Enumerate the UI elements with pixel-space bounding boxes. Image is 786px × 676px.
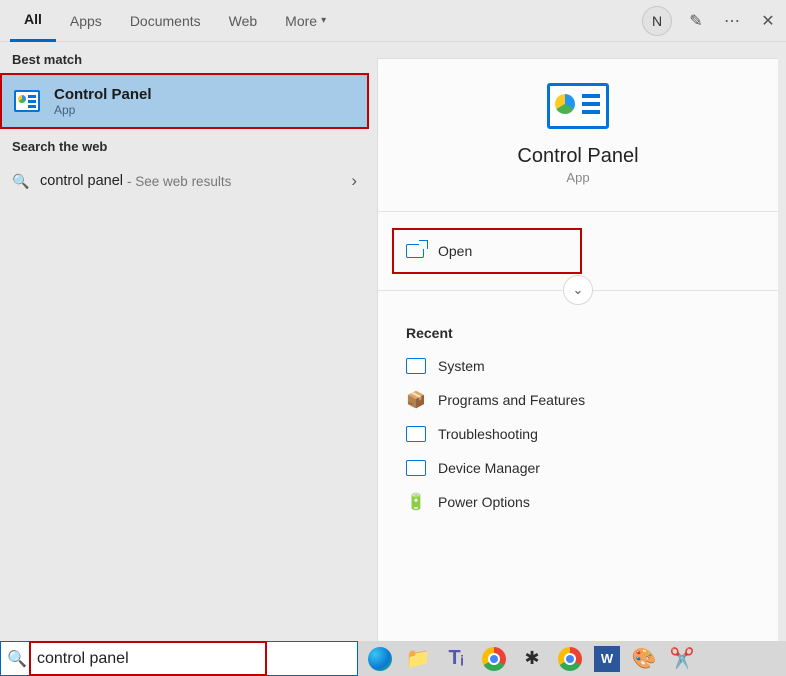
control-panel-icon [14, 90, 40, 112]
recent-item-label: Device Manager [438, 460, 540, 476]
best-match-subtitle: App [54, 103, 152, 117]
taskbar: 📁 Tᵢ ✱ W 🎨 ✂️ [358, 641, 786, 676]
preview-subtitle: App [378, 170, 778, 185]
web-result[interactable]: 🔍 control panel - See web results › [0, 160, 369, 202]
search-icon: 🔍 [12, 173, 30, 190]
more-options-icon[interactable]: ⋯ [714, 3, 750, 39]
taskbar-snip-icon[interactable]: ✂️ [668, 645, 696, 673]
feedback-icon[interactable]: ✎ [678, 3, 714, 39]
search-input[interactable] [33, 642, 357, 675]
tab-web[interactable]: Web [215, 0, 272, 42]
taskbar-explorer-icon[interactable]: 📁 [404, 645, 432, 673]
search-flyout: All Apps Documents Web More▾ N ✎ ⋯ ✕ Bes… [0, 0, 786, 641]
box-icon: 📦 [406, 392, 426, 408]
open-button[interactable]: Open [392, 228, 582, 274]
recent-item-programs[interactable]: 📦 Programs and Features [400, 383, 756, 417]
chevron-right-icon: › [351, 171, 357, 191]
recent-item-power-options[interactable]: 🔋 Power Options [400, 485, 756, 519]
results-panel: Best match Control Panel App Search the … [0, 42, 369, 641]
close-icon[interactable]: ✕ [750, 3, 786, 39]
taskbar-paint-icon[interactable]: 🎨 [630, 645, 658, 673]
control-panel-icon [406, 460, 426, 476]
recent-item-label: Troubleshooting [438, 426, 538, 442]
control-panel-icon [406, 426, 426, 442]
control-panel-icon [406, 358, 426, 374]
taskbar-word-icon[interactable]: W [594, 646, 620, 672]
caret-down-icon: ▾ [321, 15, 326, 26]
preview-panel: Control Panel App Open ⌄ Recent System 📦… [377, 58, 778, 641]
open-label: Open [438, 243, 472, 259]
recent-item-label: Programs and Features [438, 392, 585, 408]
search-box[interactable]: 🔍 [0, 641, 358, 676]
header-tabs: All Apps Documents Web More▾ N ✎ ⋯ ✕ [0, 0, 786, 42]
best-match-heading: Best match [0, 42, 369, 73]
user-avatar[interactable]: N [642, 6, 672, 36]
tab-all[interactable]: All [10, 0, 56, 42]
expand-button[interactable]: ⌄ [563, 275, 593, 305]
search-icon: 🔍 [1, 649, 33, 669]
web-result-query: control panel [40, 173, 123, 189]
recent-item-device-manager[interactable]: Device Manager [400, 451, 756, 485]
taskbar-slack-icon[interactable]: ✱ [518, 645, 546, 673]
search-web-heading: Search the web [0, 129, 369, 160]
recent-heading: Recent [378, 317, 778, 349]
taskbar-teams-icon[interactable]: Tᵢ [442, 645, 470, 673]
recent-item-system[interactable]: System [400, 349, 756, 383]
power-icon: 🔋 [406, 494, 426, 510]
recent-item-label: System [438, 358, 485, 374]
tab-documents[interactable]: Documents [116, 0, 215, 42]
taskbar-edge-icon[interactable] [366, 645, 394, 673]
preview-title: Control Panel [378, 145, 778, 168]
open-icon [406, 244, 424, 258]
best-match-result[interactable]: Control Panel App [0, 73, 369, 129]
taskbar-chrome-icon-2[interactable] [556, 645, 584, 673]
control-panel-icon [547, 83, 609, 129]
tab-apps[interactable]: Apps [56, 0, 116, 42]
recent-list: System 📦 Programs and Features Troublesh… [378, 349, 778, 519]
recent-item-troubleshooting[interactable]: Troubleshooting [400, 417, 756, 451]
chevron-down-icon: ⌄ [573, 282, 584, 298]
web-result-suffix: - See web results [127, 174, 231, 189]
tab-more[interactable]: More▾ [271, 0, 340, 42]
recent-item-label: Power Options [438, 494, 530, 510]
taskbar-chrome-icon[interactable] [480, 645, 508, 673]
best-match-title: Control Panel [54, 86, 152, 103]
